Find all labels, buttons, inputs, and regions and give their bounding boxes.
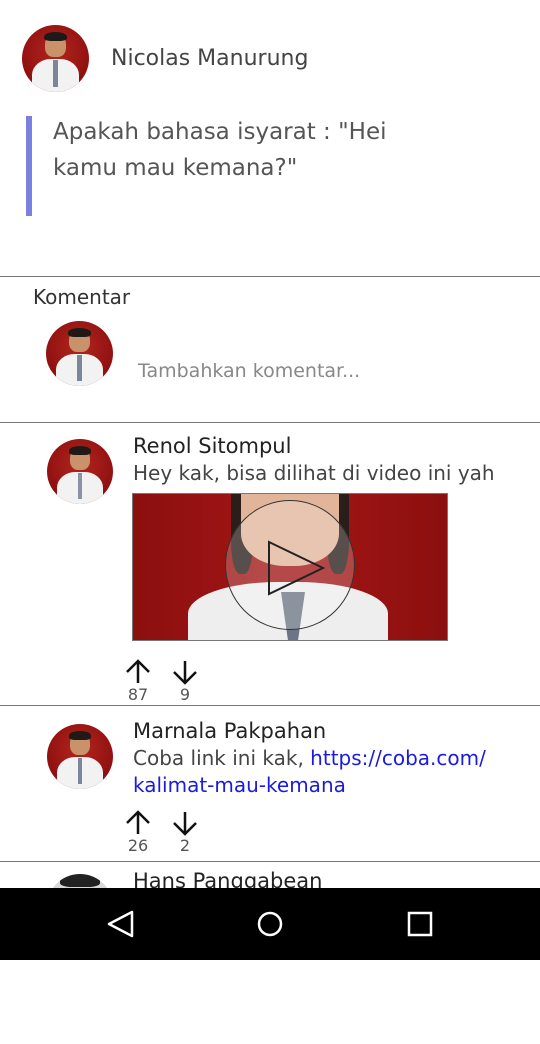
comment-text: Coba link ini kak, https://coba.com/ kal…: [133, 745, 528, 799]
arrow-up-icon[interactable]: [125, 810, 151, 836]
post-author-name[interactable]: Nicolas Manurung: [111, 46, 308, 71]
play-icon: [268, 540, 326, 596]
divider: [0, 861, 540, 862]
comment-text-prefix: Coba link ini kak,: [133, 746, 311, 770]
comment-input[interactable]: Tambahkan komentar...: [138, 360, 360, 382]
current-user-avatar: [46, 321, 113, 386]
system-nav-bar: [0, 888, 540, 960]
upvote-count: 26: [127, 836, 149, 855]
divider: [0, 705, 540, 706]
comments-label: Komentar: [33, 285, 131, 309]
recents-square-icon[interactable]: [402, 906, 438, 942]
arrow-up-icon[interactable]: [125, 659, 151, 685]
divider: [0, 276, 540, 277]
comment-author-name[interactable]: Renol Sitompul: [133, 434, 291, 458]
upvote-count: 87: [127, 685, 149, 704]
arrow-down-icon[interactable]: [172, 659, 198, 685]
comment-author-avatar[interactable]: [47, 439, 113, 504]
comment-link-continued[interactable]: kalimat-mau-kemana: [133, 773, 346, 797]
comment-link[interactable]: https://coba.com/: [310, 746, 486, 770]
comment-author-avatar[interactable]: [47, 724, 113, 789]
back-triangle-icon[interactable]: [102, 906, 138, 942]
comment-author-name[interactable]: Marnala Pakpahan: [133, 719, 326, 743]
quote-bar: [26, 116, 32, 216]
comment-text: Hey kak, bisa dilihat di video ini yah: [133, 461, 495, 485]
downvote-count: 9: [179, 685, 191, 704]
post-question: Apakah bahasa isyarat : "Hei kamu mau ke…: [53, 119, 387, 181]
home-circle-icon[interactable]: [252, 906, 288, 942]
comment-video[interactable]: [132, 493, 448, 641]
divider: [0, 422, 540, 423]
downvote-count: 2: [179, 836, 191, 855]
arrow-down-icon[interactable]: [172, 810, 198, 836]
post-author-avatar[interactable]: [22, 25, 89, 92]
